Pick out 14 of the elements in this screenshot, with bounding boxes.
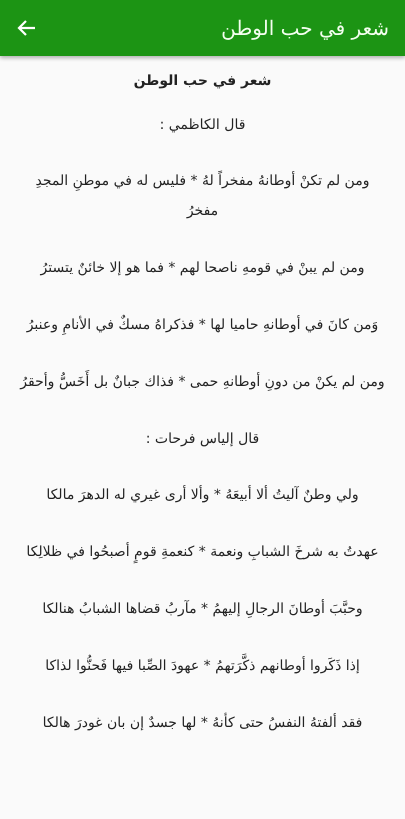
back-arrow-icon	[16, 19, 36, 37]
verse-line: وحبَّبَ أوطانَ الرجالِ إليهمُ * مآربُ قضاها الشبابُ هنالكا	[41, 598, 364, 620]
poet-line: قال الكاظمي :	[158, 116, 246, 135]
verse-line: ومن لم يبنْ في قومهِ ناصحا لهم * فما هو إلا خائنٌ يتسترُ	[38, 259, 366, 278]
verse-line: إذا ذَكَروا أوطانهم ذكَّرَتهمُ * عهودَ الصِّبا فيها فَحنُّوا لذاكا	[18, 651, 387, 681]
verse-line: ومن لم يكنْ من دونِ أوطانهِ حمى * فذاك جبانٌ بل أَخَسُّ وأحقرُ	[18, 367, 387, 397]
verse-line: فقد ألفتهُ النفسُ حتى كأنهُ * لها جسدٌ إن بان غودرَ هالكا	[18, 708, 387, 738]
verse-line: عهدتُ به شرخَ الشبابِ ونعمة * كنعمةِ قومٍ أصبحُوا في ظلالِكا	[18, 537, 387, 567]
verse-line: ومن لم تكنْ أوطانهُ مفخراً لهُ * فليس له في موطنِ المجدِ مفخرُ	[18, 166, 387, 226]
screen-title: شعر في حب الوطن	[221, 16, 389, 40]
poet-line: قال إلياس فرحات :	[144, 430, 260, 449]
poem-heading: شعر في حب الوطن	[132, 72, 272, 91]
verse-line: وَمن كانَ في أوطانهِ حاميا لها * فذكراهُ مسكٌ في الأنامِ وعنبرُ	[18, 310, 387, 340]
verse-line: ولي وطنٌ آليتُ ألا أبيعَهُ * وألا أرى غيري له الدهرَ مالكا	[45, 484, 360, 505]
